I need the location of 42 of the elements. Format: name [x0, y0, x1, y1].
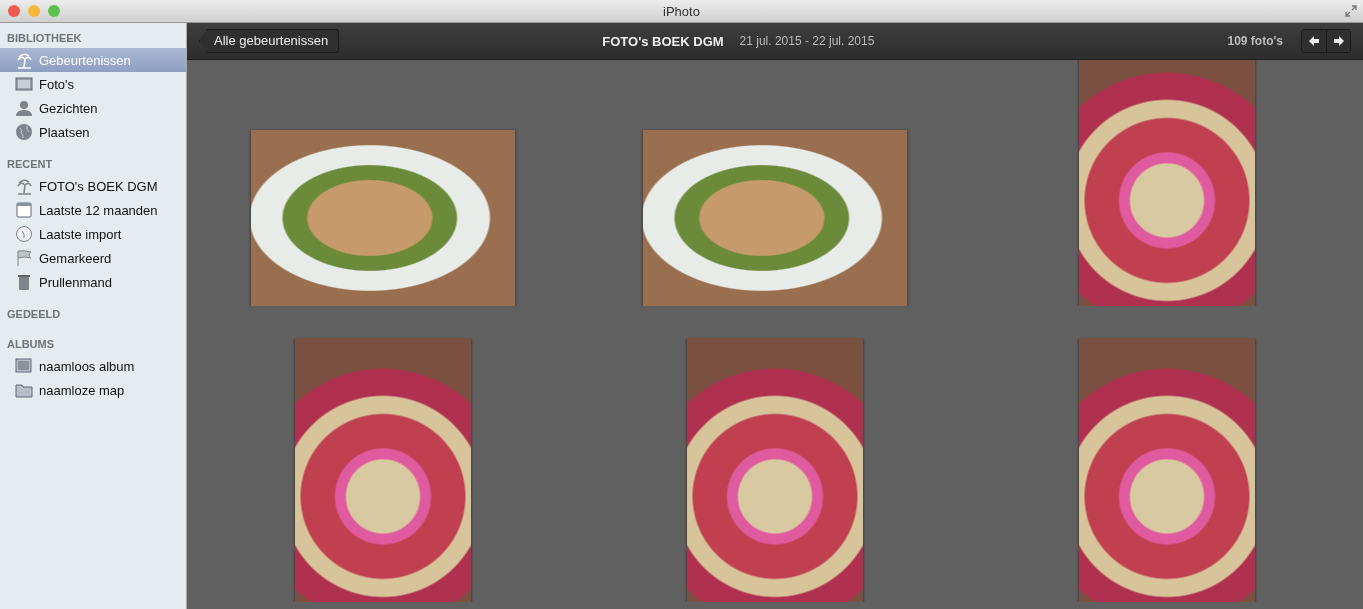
person-icon	[15, 99, 33, 117]
sidebar-item[interactable]: Gezichten	[0, 96, 186, 120]
sidebar-heading: GEDEELD	[6, 307, 62, 322]
album-icon	[15, 357, 33, 375]
sidebar-item[interactable]: Gemarkeerd	[0, 246, 186, 270]
close-button[interactable]	[8, 5, 20, 17]
trash-icon	[15, 273, 33, 291]
calendar-icon	[15, 201, 33, 219]
sidebar-item[interactable]: FOTO's BOEK DGM	[0, 174, 186, 198]
flag-icon	[15, 249, 33, 267]
photo-placeholder[interactable]	[643, 130, 907, 306]
photo-placeholder[interactable]	[687, 338, 863, 602]
sidebar-item[interactable]: naamloos album	[0, 354, 186, 378]
photo-placeholder[interactable]	[295, 338, 471, 602]
photo-placeholder[interactable]	[1079, 338, 1255, 602]
palm-icon	[15, 51, 33, 69]
event-title: FOTO's BOEK DGM	[602, 33, 724, 49]
sidebar-item[interactable]: naamloze map	[0, 378, 186, 402]
sidebar-item[interactable]: Foto's	[0, 72, 186, 96]
palm-icon	[15, 177, 33, 195]
date-range: 21 jul. 2015 - 22 jul. 2015	[739, 34, 875, 48]
previous-button[interactable]	[1302, 30, 1326, 52]
sidebar-item[interactable]: Laatste import	[0, 222, 186, 246]
photo-icon	[15, 75, 33, 93]
sidebar-item[interactable]: Prullenmand	[0, 270, 186, 294]
sidebar-heading: RECENT	[6, 157, 54, 172]
photo-placeholder[interactable]	[251, 130, 515, 306]
photo-placeholder[interactable]	[1079, 60, 1255, 306]
next-button[interactable]	[1326, 30, 1350, 52]
clock-icon	[15, 225, 33, 243]
window-title: iPhoto	[663, 3, 700, 19]
back-button[interactable]: Alle gebeurtenissen	[199, 29, 340, 53]
left-arrow-icon	[1308, 35, 1320, 47]
sidebar-heading: ALBUMS	[6, 337, 56, 352]
globe-icon	[15, 123, 33, 141]
sidebar-item[interactable]: Laatste 12 maanden	[0, 198, 186, 222]
sidebar-item[interactable]: Plaatsen	[0, 120, 186, 144]
photo-count: 109 foto's	[1227, 34, 1283, 48]
right-arrow-icon	[1332, 35, 1345, 47]
sidebar-heading: BIBLIOTHEEK	[6, 31, 83, 46]
folder-icon	[15, 381, 33, 399]
fullscreen-icon[interactable]	[1345, 5, 1357, 17]
